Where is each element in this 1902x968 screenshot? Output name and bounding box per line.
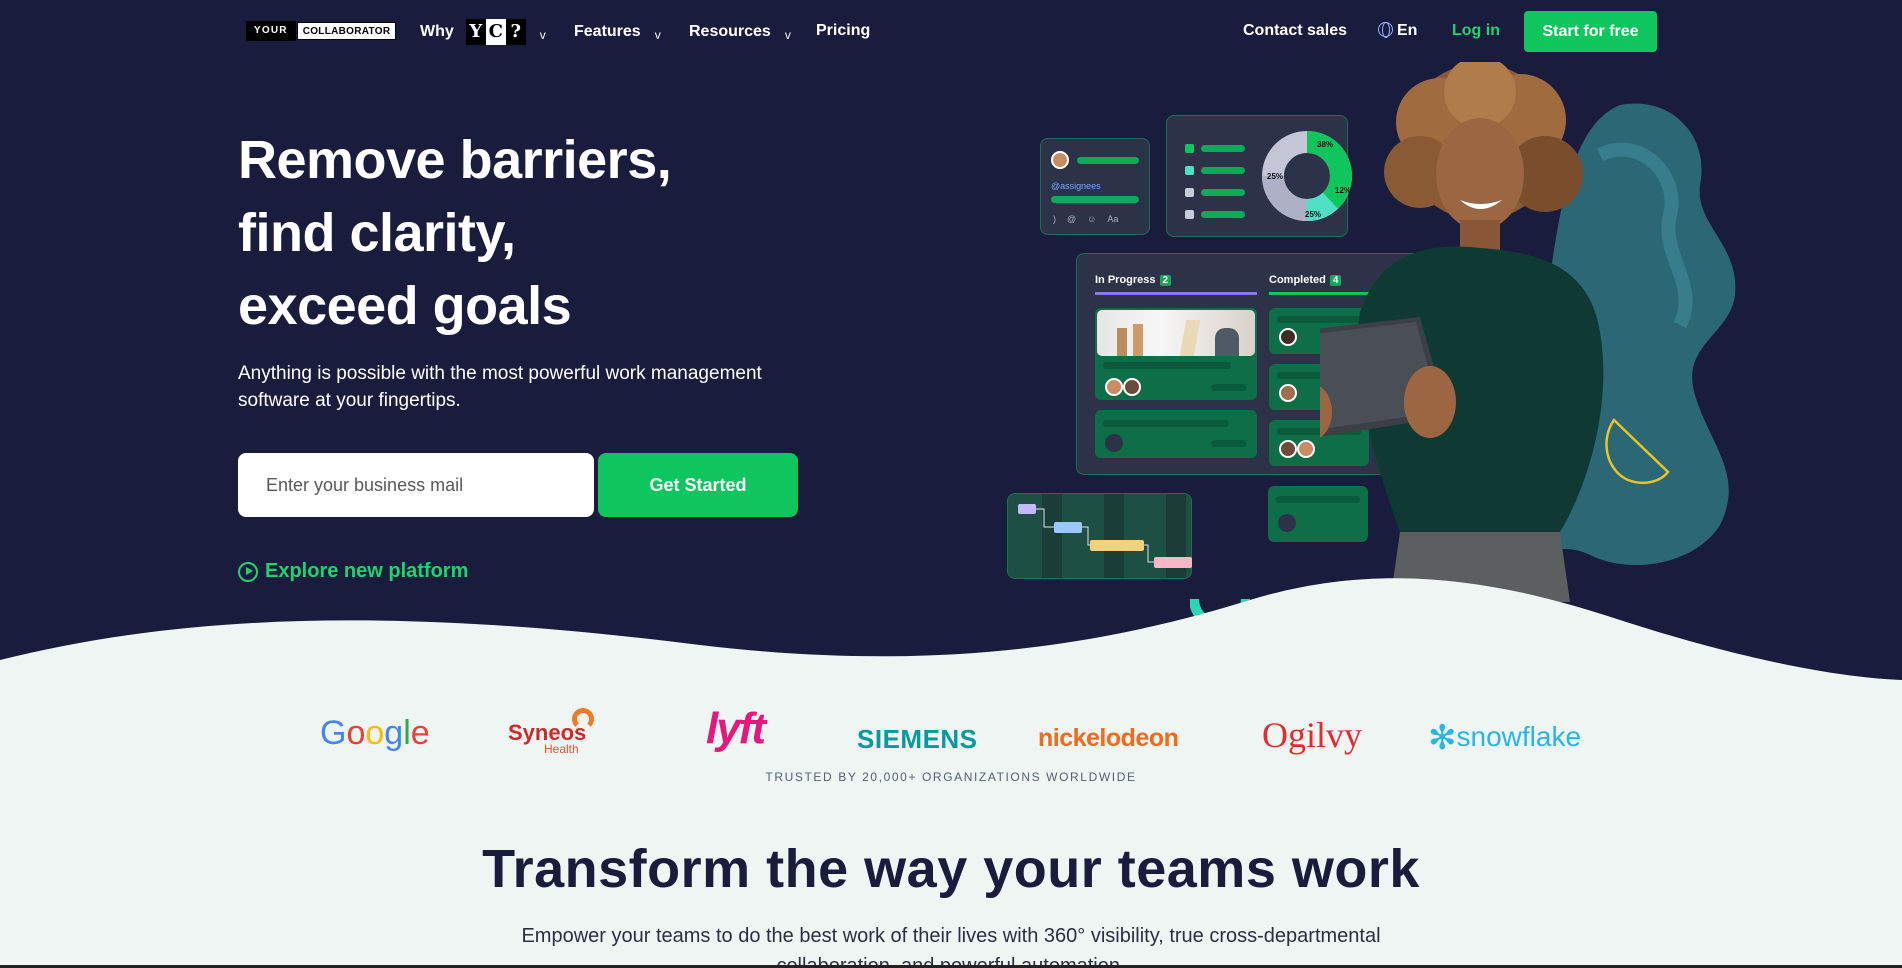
customer-logo-strip: Google Syneos Health lyft SIEMENS nickel…	[0, 704, 1902, 768]
yc-badge-c: C	[485, 19, 506, 45]
get-started-button[interactable]: Get Started	[598, 453, 798, 517]
nav-pricing[interactable]: Pricing	[816, 22, 870, 40]
mention-icon: @	[1067, 214, 1077, 224]
legend-bar	[1201, 189, 1245, 196]
globe-icon	[1378, 22, 1393, 38]
legend-dot	[1185, 188, 1194, 197]
avatar	[1105, 378, 1123, 396]
assignees-label: @assignees	[1051, 181, 1101, 191]
placeholder-bar	[1077, 157, 1139, 164]
hero-section: YOUR COLLABORATOR Why Y C ? v Features v…	[0, 0, 1902, 700]
snowflake-text: snowflake	[1456, 721, 1582, 752]
section-description: Empower your teams to do the best work o…	[521, 925, 1381, 968]
nav-resources[interactable]: Resources v	[689, 22, 791, 42]
brand-logo[interactable]: YOUR COLLABORATOR	[246, 21, 397, 41]
contact-sales-link[interactable]: Contact sales	[1243, 22, 1347, 40]
donut-label: 25%	[1267, 172, 1284, 181]
avatar	[1279, 328, 1297, 346]
avatar	[1279, 440, 1297, 458]
nav-resources-label: Resources	[689, 23, 771, 40]
user-icon	[1278, 514, 1296, 532]
logo-collaborator: COLLABORATOR	[296, 22, 397, 40]
syneos-mark-icon	[572, 708, 594, 730]
nav-features[interactable]: Features v	[574, 22, 661, 42]
in-progress-underline	[1095, 292, 1257, 295]
login-link[interactable]: Log in	[1452, 22, 1500, 40]
avatar	[1297, 440, 1315, 458]
chevron-down-icon: v	[784, 28, 791, 42]
chevron-down-icon: v	[539, 28, 546, 42]
legend-bar	[1201, 211, 1245, 218]
woman-with-tablet-photo	[1320, 62, 1604, 602]
email-input[interactable]	[238, 453, 594, 517]
chevron-down-icon: v	[654, 28, 661, 42]
comment-toolbar: ) @ ☺ Aa	[1053, 214, 1118, 224]
placeholder-bar	[1211, 440, 1247, 447]
legend-dot	[1185, 144, 1194, 153]
donut-label: 25%	[1305, 210, 1322, 219]
in-progress-count: 2	[1159, 275, 1172, 286]
placeholder-bar	[1051, 196, 1139, 203]
placeholder-bar	[1103, 362, 1231, 369]
in-progress-label: In Progress	[1095, 274, 1156, 286]
nav-why[interactable]: Why Y C ? v	[420, 19, 546, 45]
language-selector[interactable]: En	[1378, 22, 1417, 40]
legend-dot	[1185, 210, 1194, 219]
avatar	[1123, 378, 1141, 396]
logo-snowflake: ✻snowflake	[1428, 718, 1581, 758]
nav-pricing-label: Pricing	[816, 22, 871, 39]
logo-google: Google	[320, 714, 430, 752]
language-label: En	[1397, 22, 1418, 39]
legend-bar	[1201, 167, 1245, 174]
task-card-image	[1095, 308, 1257, 400]
hero-wave-divider	[0, 578, 1902, 700]
headline-line-3: exceed goals	[238, 276, 572, 336]
nav-features-label: Features	[574, 23, 641, 40]
start-for-free-button[interactable]: Start for free	[1524, 11, 1657, 52]
legend-bar	[1201, 145, 1245, 152]
hero-subtitle: Anything is possible with the most power…	[238, 363, 762, 411]
legend-dot	[1185, 166, 1194, 175]
avatar	[1051, 151, 1069, 169]
section-title: Transform the way your teams work	[482, 839, 1420, 899]
trusted-caption: TRUSTED BY 20,000+ ORGANIZATIONS WORLDWI…	[765, 770, 1137, 784]
yc-badge-q: ?	[505, 19, 526, 45]
task-card	[1095, 410, 1257, 458]
top-navigation: YOUR COLLABORATOR Why Y C ? v Features v…	[0, 0, 1902, 64]
text-format-icon: Aa	[1107, 214, 1119, 224]
in-progress-column-title: In Progress 2	[1095, 274, 1172, 286]
completed-label: Completed	[1269, 274, 1326, 286]
logo-nickelodeon: nickelodeon	[1038, 724, 1179, 752]
hero-headline: Remove barriers, find clarity, exceed go…	[238, 124, 672, 343]
placeholder-bar	[1211, 384, 1247, 391]
task-image	[1097, 310, 1255, 356]
logo-your: YOUR	[246, 21, 296, 41]
yc-badge: Y C ?	[465, 19, 526, 45]
snowflake-icon: ✻	[1428, 719, 1457, 757]
comment-card: @assignees ) @ ☺ Aa	[1040, 138, 1150, 235]
headline-line-1: Remove barriers,	[238, 130, 672, 190]
emoji-icon: ☺	[1087, 214, 1097, 224]
attach-icon: )	[1053, 214, 1056, 224]
logo-siemens: SIEMENS	[857, 724, 978, 754]
placeholder-bar	[1103, 420, 1229, 427]
yc-badge-y: Y	[465, 19, 486, 45]
logo-ogilvy: Ogilvy	[1262, 715, 1363, 755]
logo-lyft: lyft	[706, 704, 766, 753]
nav-why-label: Why	[420, 23, 454, 40]
headline-line-2: find clarity,	[238, 203, 516, 263]
user-icon	[1105, 434, 1123, 452]
avatar	[1279, 384, 1297, 402]
logo-syneos: Syneos Health	[508, 708, 594, 756]
